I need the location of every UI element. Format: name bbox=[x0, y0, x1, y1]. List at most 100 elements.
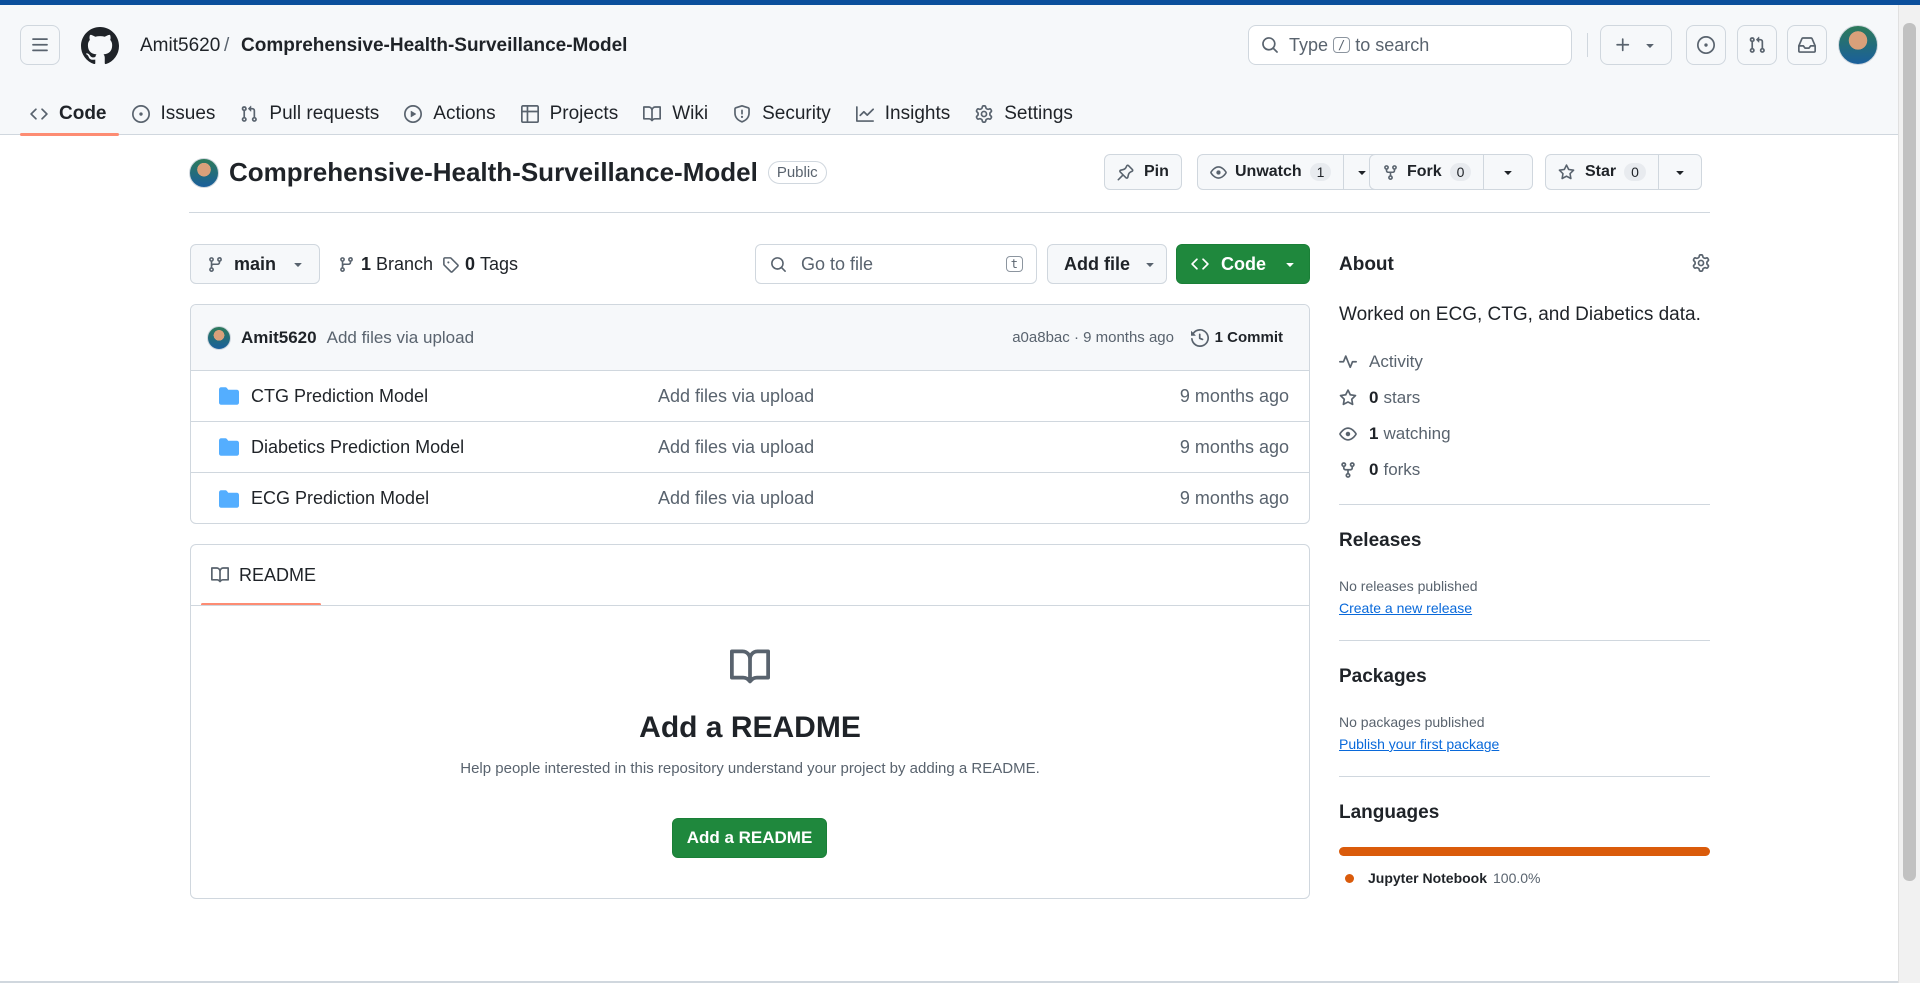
table-icon bbox=[520, 104, 539, 123]
forks-link[interactable]: 0 forks bbox=[1339, 460, 1420, 480]
commit-author-avatar[interactable] bbox=[207, 325, 231, 350]
triangle-down-icon bbox=[1676, 171, 1684, 175]
history-icon bbox=[1190, 328, 1209, 347]
go-to-file-input[interactable]: Go to file t bbox=[755, 244, 1037, 284]
repo-title-row: Comprehensive-Health-Surveillance-Model … bbox=[189, 157, 827, 188]
unwatch-button-group: Unwatch 1 bbox=[1197, 154, 1382, 190]
repo-title[interactable]: Comprehensive-Health-Surveillance-Model bbox=[229, 157, 758, 188]
file-list: Amit5620 Add files via upload a0a8bac · … bbox=[190, 304, 1310, 524]
breadcrumb-owner[interactable]: Amit5620 bbox=[140, 35, 220, 57]
visibility-badge: Public bbox=[767, 161, 827, 184]
stars-count: 0 bbox=[1369, 388, 1379, 407]
shield-icon bbox=[734, 104, 750, 123]
github-logo[interactable] bbox=[81, 27, 119, 65]
sidebar-divider bbox=[1339, 640, 1710, 641]
add-file-button[interactable]: Add file bbox=[1047, 244, 1167, 284]
add-readme-button[interactable]: Add a README bbox=[672, 818, 827, 858]
watching-link[interactable]: 1 watching bbox=[1339, 424, 1451, 444]
file-name[interactable]: Diabetics Prediction Model bbox=[251, 437, 464, 458]
tab-wiki[interactable]: Wiki bbox=[633, 92, 720, 135]
star-icon bbox=[1339, 389, 1357, 406]
commit-author[interactable]: Amit5620 bbox=[241, 328, 317, 348]
create-release-link[interactable]: Create a new release bbox=[1339, 600, 1472, 616]
watching-count: 1 bbox=[1369, 424, 1379, 443]
issue-opened-icon bbox=[131, 104, 150, 123]
language-percent: 100.0% bbox=[1493, 870, 1541, 886]
branch-select-button[interactable]: main bbox=[190, 244, 320, 284]
go-to-file-shortcut: t bbox=[1005, 256, 1023, 272]
tags-label: Tags bbox=[480, 254, 519, 274]
book-icon bbox=[730, 649, 770, 684]
triangle-down-icon bbox=[1646, 44, 1654, 48]
page-scrollbar[interactable] bbox=[1898, 5, 1920, 983]
code-icon bbox=[1191, 258, 1209, 270]
branches-link[interactable]: 1 Branch bbox=[338, 254, 433, 275]
tab-label: Issues bbox=[160, 102, 216, 124]
pull-requests-button[interactable] bbox=[1737, 25, 1777, 65]
file-name[interactable]: ECG Prediction Model bbox=[251, 488, 429, 509]
tags-link[interactable]: 0 Tags bbox=[442, 254, 518, 275]
create-new-button[interactable] bbox=[1600, 25, 1672, 65]
global-search-input[interactable]: Type / to search bbox=[1248, 25, 1572, 65]
scrollbar-thumb[interactable] bbox=[1903, 23, 1916, 881]
packages-title[interactable]: Packages bbox=[1339, 666, 1427, 688]
fork-button[interactable]: Fork 0 bbox=[1370, 155, 1483, 189]
inbox-button[interactable] bbox=[1787, 25, 1827, 65]
stars-link[interactable]: 0 stars bbox=[1339, 388, 1420, 408]
branches-label: Branch bbox=[376, 254, 434, 274]
fork-dropdown-button[interactable] bbox=[1484, 155, 1532, 189]
eye-icon bbox=[1339, 427, 1357, 441]
tab-projects[interactable]: Projects bbox=[511, 92, 631, 135]
tags-count: 0 bbox=[465, 254, 476, 274]
search-icon bbox=[1262, 37, 1278, 53]
tab-label: Security bbox=[762, 102, 831, 124]
edit-about-button[interactable] bbox=[1692, 254, 1710, 272]
hamburger-icon bbox=[32, 38, 48, 52]
pin-button[interactable]: Pin bbox=[1104, 154, 1182, 190]
breadcrumb-repo[interactable]: Comprehensive-Health-Surveillance-Model bbox=[241, 35, 627, 57]
file-row[interactable]: CTG Prediction Model Add files via uploa… bbox=[191, 371, 1309, 422]
repo-forked-icon bbox=[1384, 164, 1397, 180]
menu-button[interactable] bbox=[20, 25, 60, 65]
activity-label: Activity bbox=[1369, 352, 1423, 371]
publish-package-link[interactable]: Publish your first package bbox=[1339, 736, 1499, 752]
git-branch-icon bbox=[340, 257, 353, 272]
tab-settings[interactable]: Settings bbox=[965, 92, 1085, 135]
commit-count-label: 1 Commit bbox=[1214, 329, 1283, 346]
commit-message[interactable]: Add files via upload bbox=[327, 328, 474, 348]
fork-label: Fork bbox=[1407, 163, 1442, 180]
github-mark-icon bbox=[81, 27, 119, 65]
commit-meta[interactable]: a0a8bac · 9 months ago bbox=[1012, 329, 1174, 346]
activity-link[interactable]: Activity bbox=[1339, 352, 1423, 372]
tab-issues[interactable]: Issues bbox=[122, 92, 228, 135]
unwatch-button[interactable]: Unwatch 1 bbox=[1198, 155, 1343, 189]
tab-security[interactable]: Security bbox=[723, 92, 843, 135]
owner-avatar[interactable] bbox=[189, 157, 219, 188]
issues-button[interactable] bbox=[1686, 25, 1726, 65]
file-row[interactable]: ECG Prediction Model Add files via uploa… bbox=[191, 473, 1309, 523]
star-button[interactable]: Star 0 bbox=[1546, 155, 1658, 189]
tab-insights[interactable]: Insights bbox=[846, 92, 962, 135]
watching-label: watching bbox=[1383, 424, 1451, 443]
book-icon bbox=[643, 105, 662, 121]
file-name[interactable]: CTG Prediction Model bbox=[251, 386, 428, 407]
file-commit-message[interactable]: Add files via upload bbox=[658, 488, 814, 509]
user-avatar[interactable] bbox=[1838, 25, 1878, 65]
commits-link[interactable]: 1 Commit bbox=[1190, 328, 1283, 347]
releases-title[interactable]: Releases bbox=[1339, 530, 1421, 552]
tab-code[interactable]: Code bbox=[20, 92, 119, 136]
language-item[interactable]: Jupyter Notebook 100.0% bbox=[1345, 870, 1541, 886]
tab-actions[interactable]: Actions bbox=[394, 92, 507, 135]
star-dropdown-button[interactable] bbox=[1659, 155, 1701, 189]
readme-tab[interactable]: README bbox=[201, 545, 321, 606]
forks-label: forks bbox=[1383, 460, 1421, 479]
file-commit-message[interactable]: Add files via upload bbox=[658, 437, 814, 458]
code-dropdown-button[interactable]: Code bbox=[1176, 244, 1310, 284]
breadcrumb-separator: / bbox=[224, 35, 230, 56]
latest-commit-row: Amit5620 Add files via upload a0a8bac · … bbox=[191, 305, 1309, 371]
packages-empty-text: No packages published bbox=[1339, 714, 1485, 730]
file-commit-message[interactable]: Add files via upload bbox=[658, 386, 814, 407]
file-row[interactable]: Diabetics Prediction Model Add files via… bbox=[191, 422, 1309, 473]
git-pull-request-icon bbox=[1749, 36, 1765, 53]
tab-pull-requests[interactable]: Pull requests bbox=[230, 92, 391, 135]
